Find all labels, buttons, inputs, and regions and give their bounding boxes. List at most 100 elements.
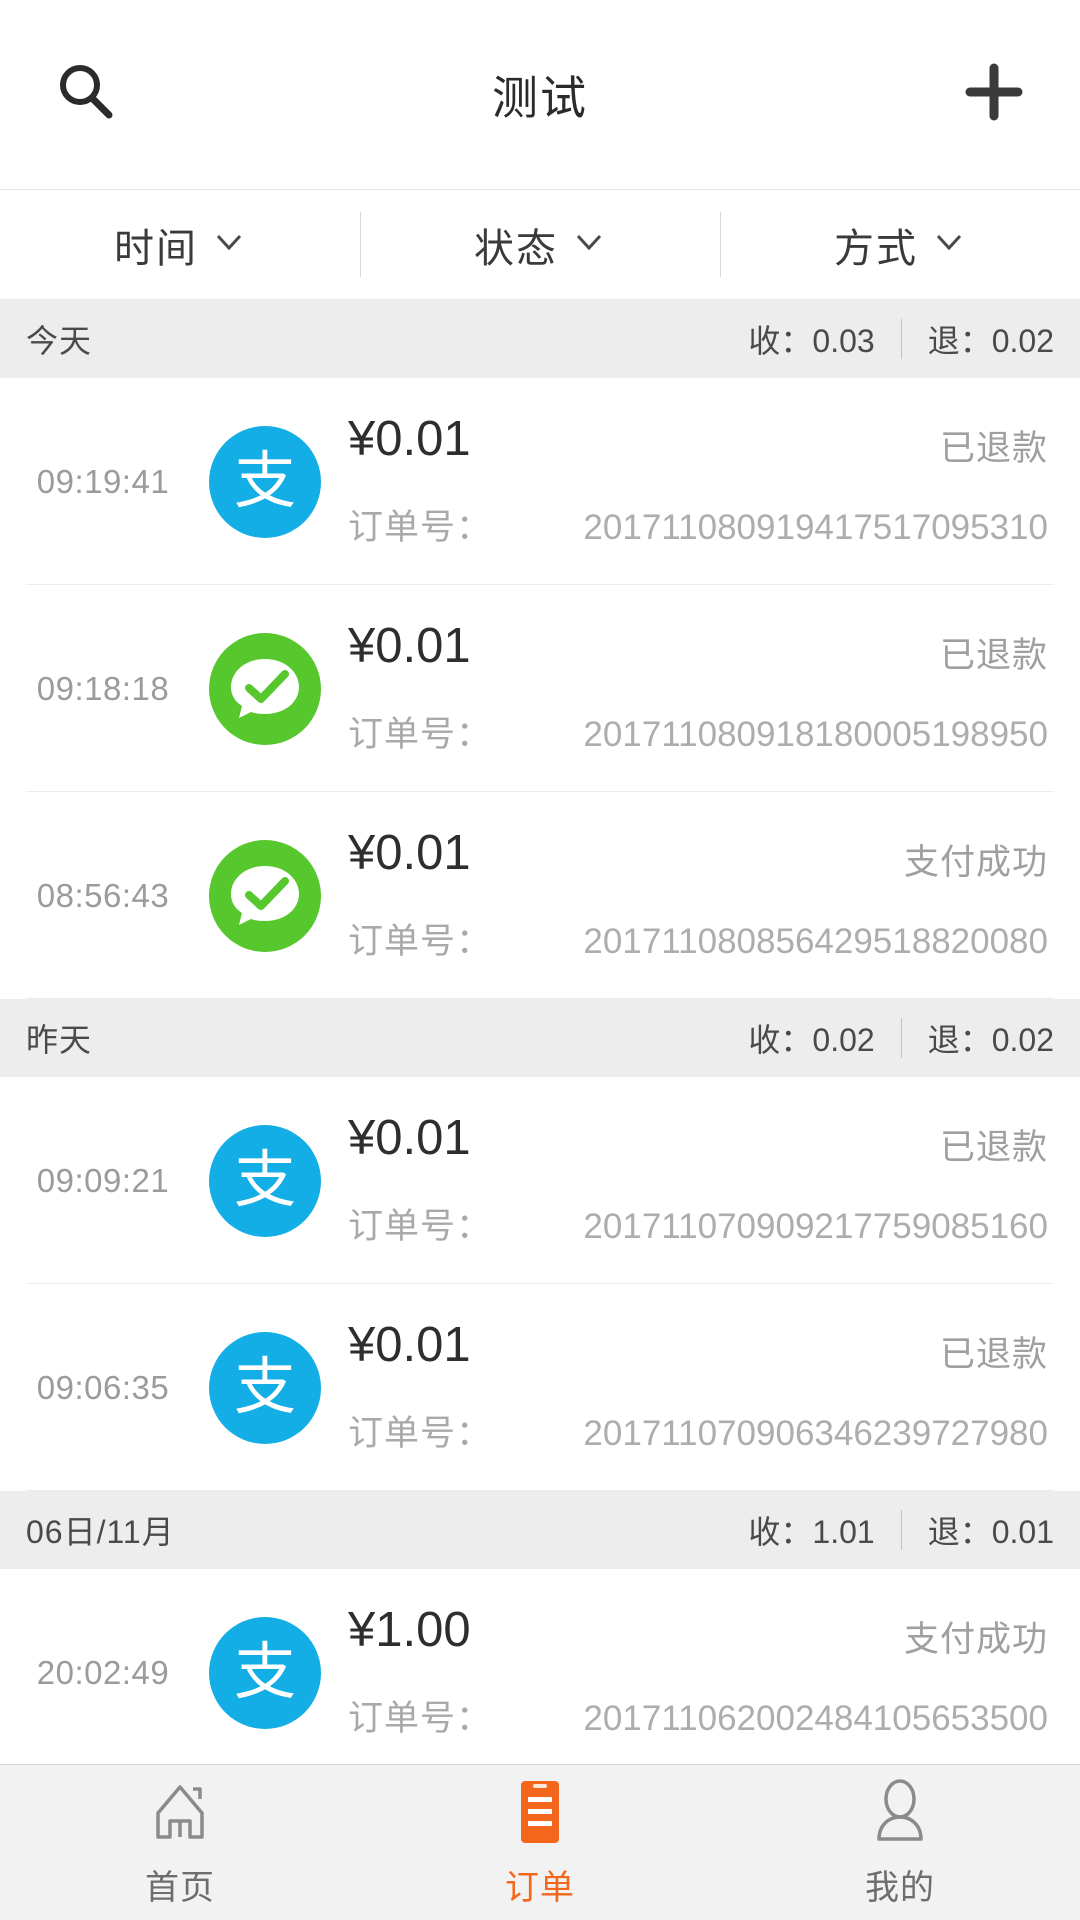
order-primary-line: ¥0.01 已退款 (348, 411, 1048, 471)
order-primary-line: ¥0.01 已退款 (348, 1110, 1048, 1170)
order-number-value: 201711080919417517095310 (583, 507, 1048, 547)
wechat-pay-icon (209, 632, 321, 745)
status-badge: 已退款 (939, 1334, 1048, 1374)
order-time: 08:56:43 (36, 876, 170, 914)
filter-method[interactable]: 方式 (720, 190, 1080, 299)
section-summary: 收：0.02 退：0.02 (748, 1015, 1054, 1061)
chevron-down-icon (212, 225, 246, 264)
tab-home-label: 首页 (145, 1869, 215, 1907)
status-badge: 已退款 (939, 428, 1048, 468)
order-secondary-line: 订单号： 201711070906346239727980 (348, 1405, 1048, 1456)
alipay-icon: 支 (209, 1124, 321, 1237)
wechat-pay-icon (209, 839, 321, 952)
order-time: 09:19:41 (36, 462, 170, 500)
svg-text:支: 支 (234, 1146, 296, 1215)
order-number-label: 订单号： (348, 507, 493, 547)
payment-method-icon-wrap: 支 (206, 1124, 324, 1237)
order-secondary-line: 订单号： 201711080918180005198950 (348, 706, 1048, 757)
summary-divider (900, 1018, 902, 1058)
section-title: 06日/11月 (26, 1514, 175, 1550)
section-header: 06日/11月 收：1.01 退：0.01 (0, 1491, 1080, 1569)
tab-profile-label: 我的 (865, 1869, 935, 1907)
section-refund: 退：0.02 (927, 1022, 1054, 1058)
order-amount: ¥0.01 (348, 825, 471, 880)
add-button[interactable] (952, 53, 1036, 137)
section-title: 今天 (26, 323, 93, 359)
tab-orders[interactable]: 订单 (360, 1765, 720, 1920)
order-number-label: 订单号： (348, 1413, 493, 1453)
tab-profile[interactable]: 我的 (720, 1765, 1080, 1920)
order-list[interactable]: 今天 收：0.03 退：0.02 09:19:41 支 ¥0.01 已退款 订单号： 20171… (0, 300, 1080, 1764)
bottom-tab-bar: 首页 订单 我的 (0, 1764, 1080, 1920)
order-number-label: 订单号： (348, 1698, 493, 1738)
section-header: 昨天 收：0.02 退：0.02 (0, 999, 1080, 1077)
alipay-icon: 支 (209, 425, 321, 538)
order-time: 09:09:21 (36, 1161, 170, 1199)
order-number-value: 201711070909217759085160 (583, 1206, 1048, 1246)
page-title: 测试 (492, 71, 588, 124)
order-secondary-line: 订单号： 201711062002484105653500 (348, 1690, 1048, 1741)
order-details: ¥1.00 支付成功订单号： 201711062002484105653500 (324, 1602, 1054, 1741)
summary-divider (900, 1510, 902, 1550)
plus-icon (962, 60, 1026, 129)
order-primary-line: ¥0.01 已退款 (348, 1317, 1048, 1377)
status-badge: 支付成功 (903, 1619, 1048, 1659)
order-number-label: 订单号： (348, 1206, 493, 1246)
order-details: ¥0.01 支付成功订单号： 201711080856429518820080 (324, 825, 1054, 964)
order-row[interactable]: 09:18:18 ¥0.01 已退款订单号： 20171108091818000519… (0, 585, 1080, 792)
section-refund: 退：0.02 (927, 323, 1054, 359)
order-amount: ¥0.01 (348, 1110, 471, 1165)
order-time: 09:18:18 (36, 669, 170, 707)
tab-home[interactable]: 首页 (0, 1765, 360, 1920)
order-secondary-line: 订单号： 201711070909217759085160 (348, 1198, 1048, 1249)
filter-status[interactable]: 状态 (360, 190, 720, 299)
section-income: 收：0.02 (748, 1022, 875, 1058)
order-row[interactable]: 08:56:43 ¥0.01 支付成功订单号： 2017110808564295188… (0, 792, 1080, 999)
order-row[interactable]: 20:02:49 支 ¥1.00 支付成功 订单号： 201711062002484105… (0, 1569, 1080, 1764)
alipay-icon: 支 (209, 1331, 321, 1444)
order-number-value: 201711080918180005198950 (583, 714, 1048, 754)
section-summary: 收：1.01 退：0.01 (748, 1507, 1054, 1553)
order-amount: ¥1.00 (348, 1602, 471, 1657)
order-secondary-line: 订单号： 201711080919417517095310 (348, 499, 1048, 550)
order-secondary-line: 订单号： 201711080856429518820080 (348, 913, 1048, 964)
section-header: 今天 收：0.03 退：0.02 (0, 300, 1080, 378)
order-amount: ¥0.01 (348, 618, 471, 673)
order-primary-line: ¥0.01 支付成功 (348, 825, 1048, 885)
order-number-value: 201711062002484105653500 (583, 1698, 1048, 1738)
summary-divider (900, 319, 902, 359)
order-details: ¥0.01 已退款订单号： 201711070909217759085160 (324, 1110, 1054, 1249)
order-amount: ¥0.01 (348, 411, 471, 466)
status-badge: 支付成功 (903, 842, 1048, 882)
order-details: ¥0.01 已退款订单号： 201711080918180005198950 (324, 618, 1054, 757)
tab-orders-label: 订单 (505, 1869, 575, 1907)
svg-text:支: 支 (234, 1353, 296, 1422)
status-badge: 已退款 (939, 1127, 1048, 1167)
filter-time[interactable]: 时间 (0, 190, 360, 299)
order-row[interactable]: 09:06:35 支 ¥0.01 已退款 订单号： 2017110709063462397… (0, 1284, 1080, 1491)
order-number-label: 订单号： (348, 714, 493, 754)
payment-method-icon-wrap: 支 (206, 425, 324, 538)
order-number-value: 201711070906346239727980 (583, 1413, 1048, 1453)
order-primary-line: ¥1.00 支付成功 (348, 1602, 1048, 1662)
order-row[interactable]: 09:19:41 支 ¥0.01 已退款订单号： 2017110809194175170… (0, 378, 1080, 585)
section-refund: 退：0.01 (927, 1514, 1054, 1550)
order-row[interactable]: 09:09:21 支 ¥0.01 已退款订单号： 2017110709092177590… (0, 1077, 1080, 1284)
chevron-down-icon (932, 225, 966, 264)
payment-method-icon-wrap: 支 (206, 1616, 324, 1729)
svg-text:支: 支 (234, 447, 296, 516)
alipay-icon: 支 (209, 1616, 321, 1729)
filter-status-label: 状态 (474, 226, 558, 271)
search-icon (54, 60, 118, 129)
section-summary: 收：0.03 退：0.02 (748, 316, 1054, 362)
user-icon (867, 1776, 933, 1848)
filter-method-label: 方式 (834, 226, 918, 271)
filter-time-label: 时间 (114, 226, 198, 271)
top-bar: 测试 (0, 0, 1080, 190)
order-number-label: 订单号： (348, 921, 493, 961)
status-badge: 已退款 (939, 635, 1048, 675)
search-button[interactable] (44, 53, 128, 137)
payment-method-icon-wrap: 支 (206, 1331, 324, 1444)
order-amount: ¥0.01 (348, 1317, 471, 1372)
home-icon (145, 1776, 215, 1848)
